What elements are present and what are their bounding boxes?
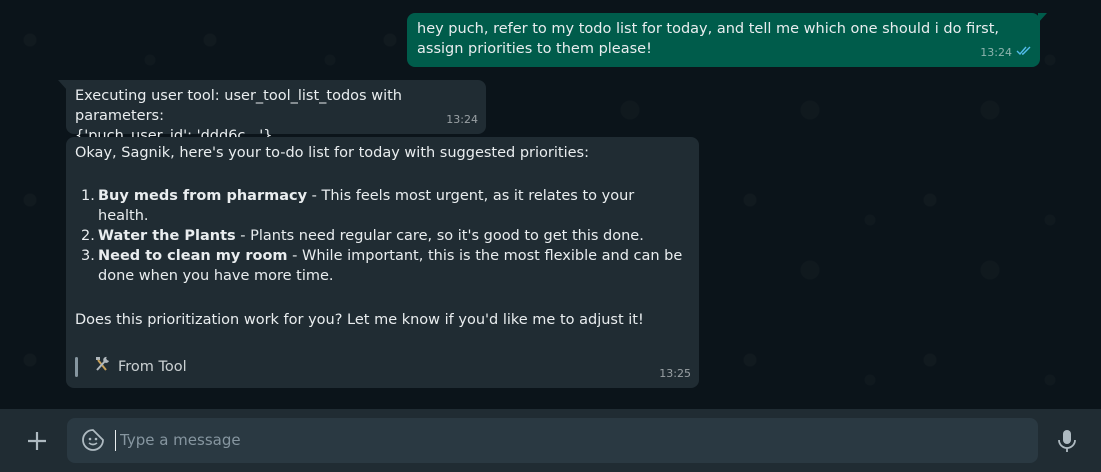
message-text: hey puch, refer to my todo list for toda… xyxy=(417,21,1000,57)
todo-number: 1. xyxy=(81,188,95,204)
text-caret xyxy=(115,430,116,451)
sticker-icon[interactable] xyxy=(81,428,105,452)
todo-list: 1. Buy meds from pharmacy - This feels m… xyxy=(75,186,689,286)
todo-item: 2. Water the Plants - Plants need regula… xyxy=(75,226,689,246)
composer-bar xyxy=(0,409,1101,472)
double-check-read-icon xyxy=(1016,43,1032,63)
message-input-box[interactable] xyxy=(67,418,1038,463)
incoming-message-tool-call[interactable]: Executing user tool: user_tool_list_todo… xyxy=(66,80,486,144)
todo-body: Water the Plants - Plants need regular c… xyxy=(98,226,689,246)
quote-bar xyxy=(75,357,78,377)
todo-item: 1. Buy meds from pharmacy - This feels m… xyxy=(75,186,689,226)
todo-number: 3. xyxy=(81,248,95,264)
todo-desc: - Plants need regular care, so it's good… xyxy=(235,228,644,244)
message-time: 13:25 xyxy=(659,367,691,380)
incoming-message-reply[interactable]: Okay, Sagnik, here's your to-do list for… xyxy=(66,137,699,388)
message-time: 13:24 xyxy=(446,113,478,126)
reply-followup: Does this prioritization work for you? L… xyxy=(75,312,644,328)
source-quote: From Tool xyxy=(75,354,689,380)
todo-title: Water the Plants xyxy=(98,228,236,244)
todo-body: Buy meds from pharmacy - This feels most… xyxy=(98,186,689,226)
source-label: From Tool xyxy=(118,359,187,375)
todo-title: Need to clean my room xyxy=(98,248,288,264)
message-time: 13:24 xyxy=(980,46,1012,59)
message-meta: 13:24 xyxy=(980,43,1032,63)
outgoing-message[interactable]: hey puch, refer to my todo list for toda… xyxy=(407,13,1040,67)
hammer-wrench-icon xyxy=(92,354,112,380)
message-meta: 13:24 xyxy=(446,110,478,130)
todo-item: 3. Need to clean my room - While importa… xyxy=(75,246,689,286)
chat-area: hey puch, refer to my todo list for toda… xyxy=(0,0,1101,409)
message-meta: 13:25 xyxy=(659,364,691,384)
message-text-line: Executing user tool: user_tool_list_todo… xyxy=(75,88,402,124)
plus-icon[interactable] xyxy=(24,428,50,454)
todo-title: Buy meds from pharmacy xyxy=(98,188,308,204)
reply-intro: Okay, Sagnik, here's your to-do list for… xyxy=(75,145,589,161)
todo-body: Need to clean my room - While important,… xyxy=(98,246,689,286)
message-input[interactable] xyxy=(120,426,1000,454)
mic-icon[interactable] xyxy=(1056,429,1078,453)
todo-number: 2. xyxy=(81,228,95,244)
